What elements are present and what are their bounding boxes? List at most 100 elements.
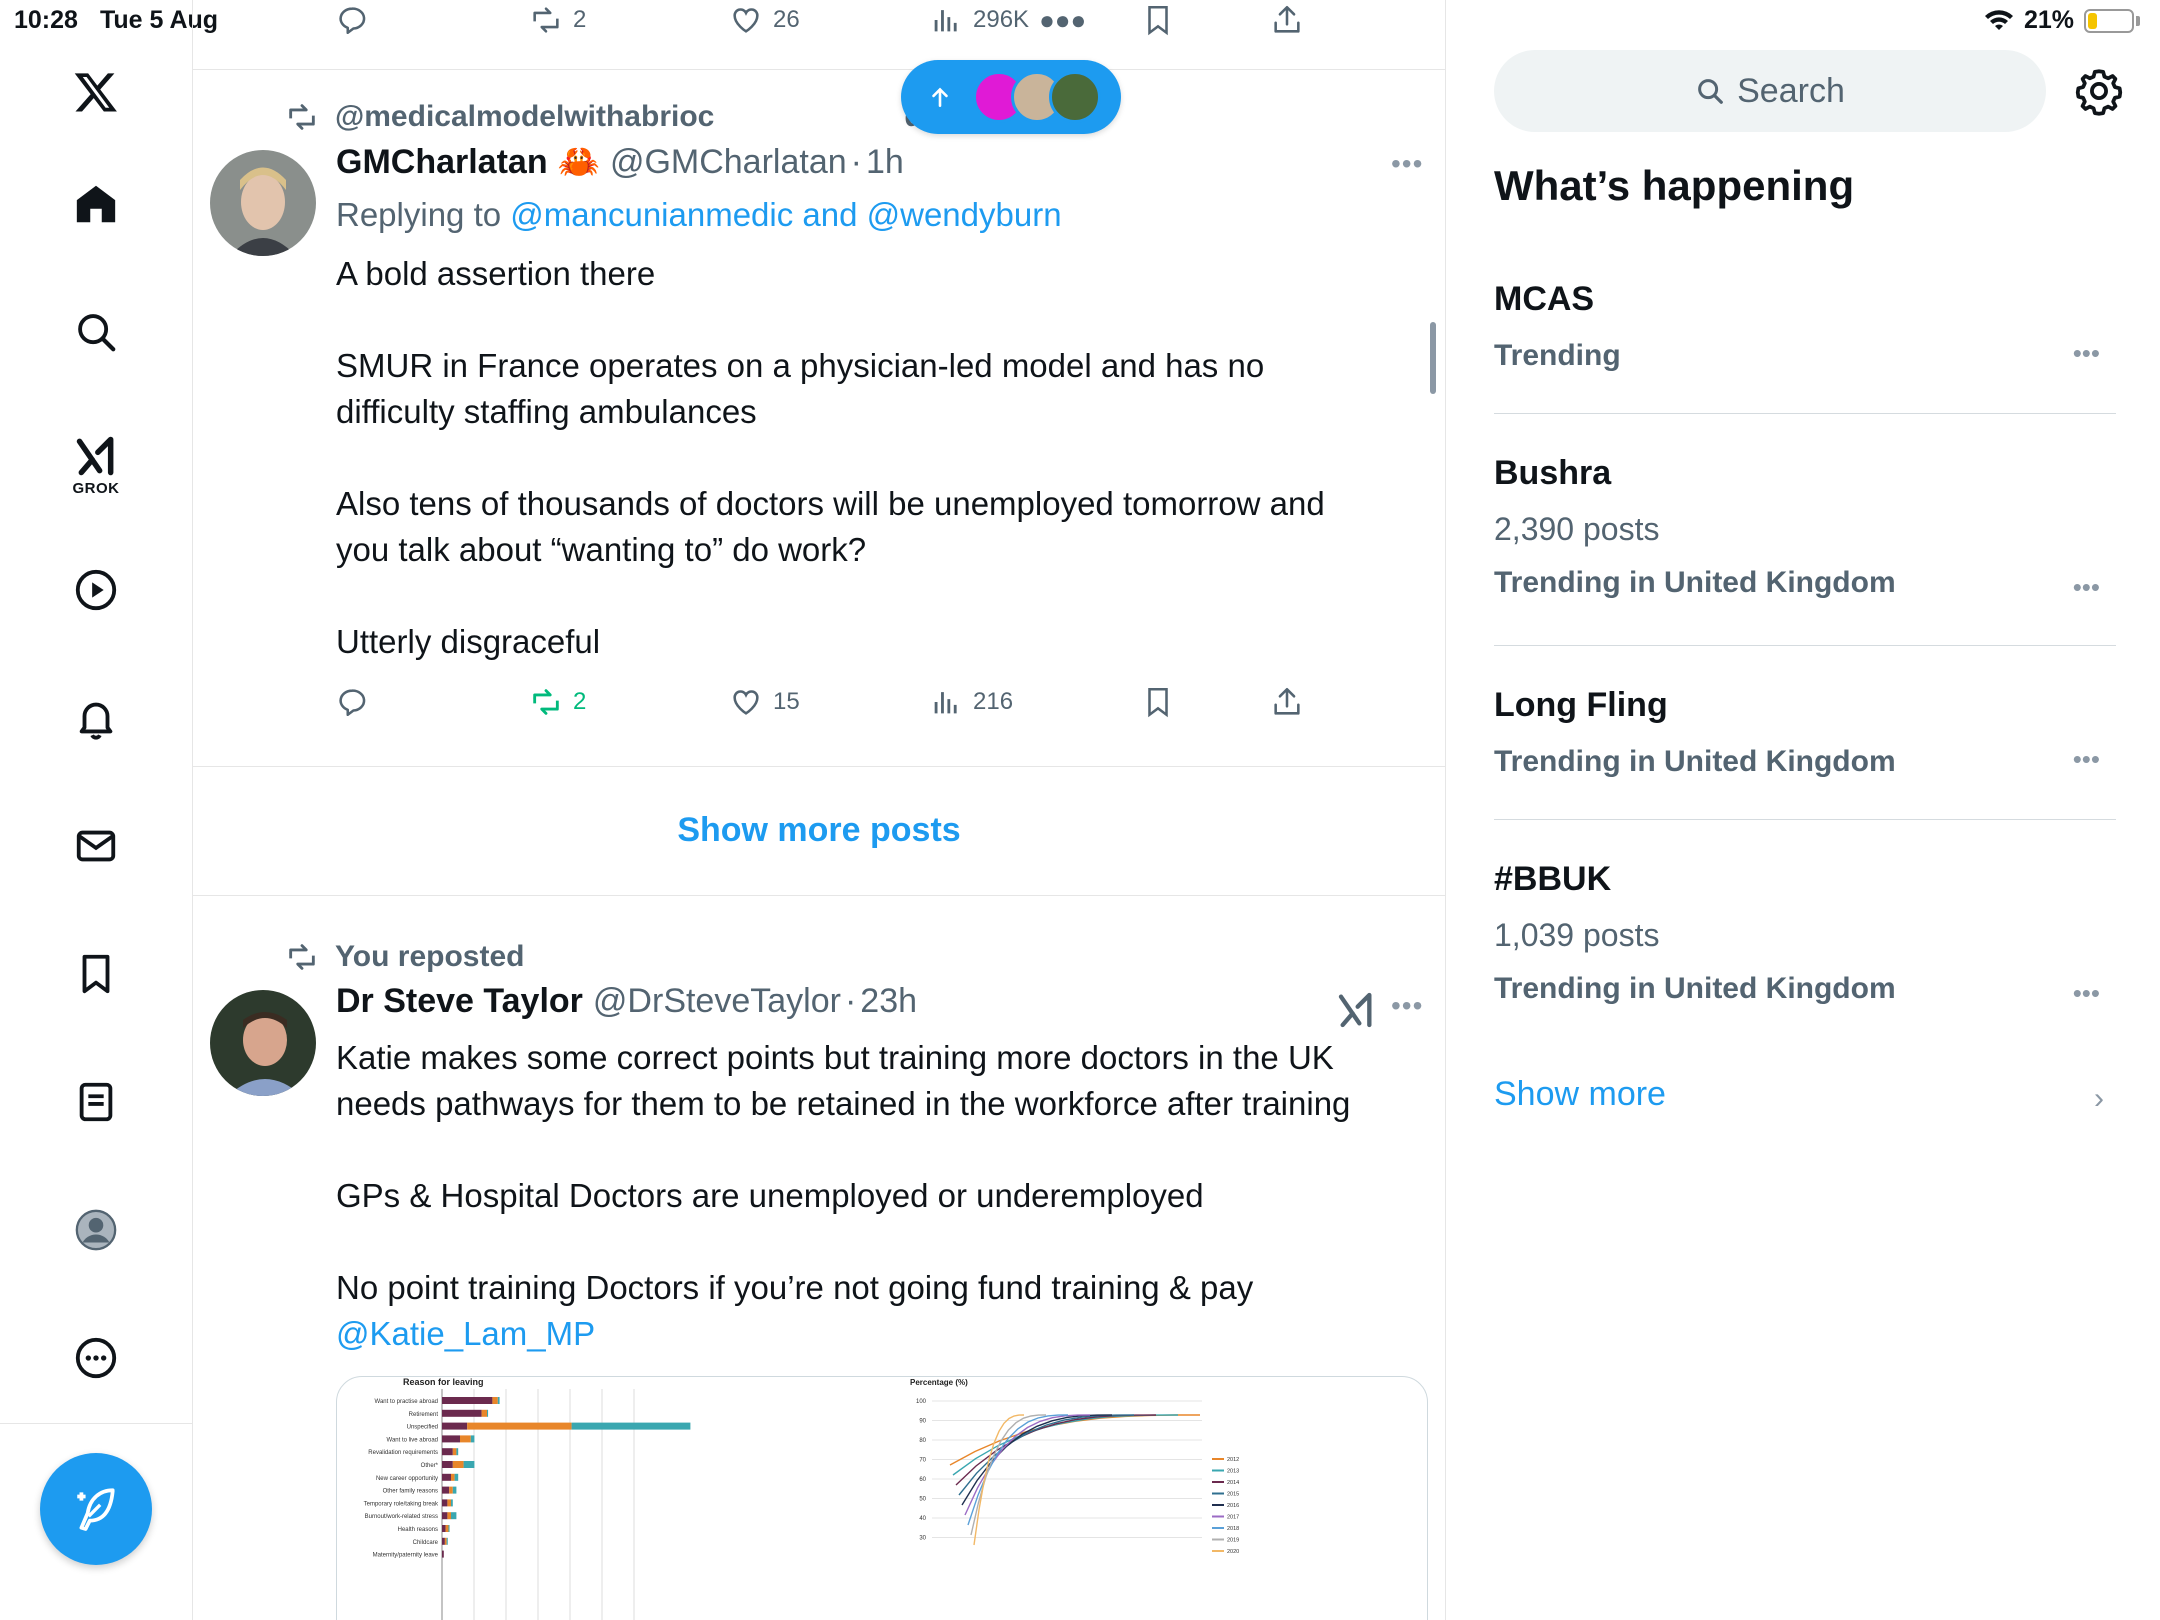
series-line <box>952 1414 1179 1476</box>
timeline: 2 26 296K ●●● @medicalmodelwithabrioc d <box>193 0 1446 1620</box>
right-chart-ylabel: Percentage (%) <box>910 1378 968 1387</box>
show-more-posts-button[interactable]: Show more posts <box>193 770 1445 890</box>
y-tick-label: 30 <box>919 1536 926 1542</box>
mention-link[interactable]: @Katie_Lam_MP <box>336 1315 595 1352</box>
search-icon[interactable] <box>62 298 130 366</box>
home-icon[interactable] <box>62 170 130 238</box>
category-label: Revalidation requirements <box>368 1450 438 1456</box>
bar-segment <box>447 1499 451 1507</box>
avatar[interactable] <box>210 150 316 256</box>
like-button[interactable]: 26 <box>729 0 800 40</box>
mail-icon[interactable] <box>62 812 130 880</box>
series-line <box>967 1414 1069 1526</box>
trend-more-icon[interactable]: ••• <box>2073 572 2100 603</box>
scrollbar-thumb[interactable] <box>1430 322 1436 394</box>
tweet2-context[interactable]: You reposted <box>285 940 524 974</box>
bookmark-button[interactable] <box>1141 0 1175 40</box>
compose-post-button[interactable] <box>40 1453 152 1565</box>
bar-segment <box>448 1525 450 1532</box>
grok-explain-icon[interactable] <box>1336 990 1376 1030</box>
share-button[interactable] <box>1270 682 1304 722</box>
video-icon[interactable] <box>62 556 130 624</box>
y-tick-label: 60 <box>919 1477 926 1483</box>
bookmark-outline-icon <box>1148 687 1168 718</box>
avatar[interactable] <box>210 990 316 1096</box>
y-tick-label: 90 <box>919 1419 926 1425</box>
bookmark-button[interactable] <box>1141 682 1175 722</box>
repost-icon <box>533 689 559 715</box>
tweet2-media[interactable]: Reason for leaving Want to practise abro… <box>336 1376 1428 1620</box>
bar-segment <box>442 1499 448 1507</box>
replying-to: Replying to @mancunianmedic and @wendybu… <box>336 196 1062 234</box>
chevron-right-icon[interactable]: › <box>2094 1082 2104 1116</box>
replying-prefix: Replying to <box>336 196 511 233</box>
tweet-paragraph: Katie makes some correct points but trai… <box>336 1039 1351 1122</box>
bar-segment <box>470 1435 475 1443</box>
like-count: 26 <box>773 6 800 33</box>
handle[interactable]: @GMCharlatan <box>610 143 847 182</box>
tweet1-header: GMCharlatan 🦀 @GMCharlatan · 1h <box>336 142 904 182</box>
trend-item[interactable]: Long Fling Trending in United Kingdom ••… <box>1494 686 2116 779</box>
tweet1-actions: 2 15 216 <box>335 682 1335 722</box>
more-icon[interactable] <box>62 1324 130 1392</box>
profile-icon[interactable] <box>62 1196 130 1264</box>
share-icon <box>1274 687 1300 715</box>
tweet1-more-icon[interactable]: ••• <box>1391 148 1423 180</box>
repost-count: 2 <box>573 688 587 715</box>
tweet1-context[interactable]: @medicalmodelwithabrioc d <box>285 100 923 134</box>
bar-segment <box>467 1422 572 1430</box>
bell-icon[interactable] <box>62 684 130 752</box>
tweet1-context-label: @medicalmodelwithabrioc <box>335 100 715 133</box>
replying-to-link[interactable]: @mancunianmedic and @wendyburn <box>510 196 1061 233</box>
divider <box>193 766 1445 767</box>
legend-label: 2018 <box>1227 1526 1239 1532</box>
bar-segment <box>481 1409 487 1417</box>
trend-item[interactable]: MCAS Trending ••• <box>1494 280 2116 373</box>
like-count: 15 <box>773 688 800 715</box>
share-icon <box>1274 5 1300 33</box>
share-button[interactable] <box>1270 0 1304 40</box>
new-posts-pill[interactable] <box>901 60 1121 134</box>
handle[interactable]: @DrSteveTaylor <box>593 982 841 1021</box>
views-button[interactable]: 216 <box>929 682 1013 722</box>
display-name[interactable]: Dr Steve Taylor <box>336 982 583 1021</box>
divider <box>193 69 1445 70</box>
bar-segment <box>492 1397 498 1404</box>
pill-avatar <box>1049 71 1101 123</box>
trend-more-icon[interactable]: ••• <box>2073 744 2100 775</box>
trend-post-count: 1,039 posts <box>1494 917 1660 953</box>
lists-icon[interactable] <box>62 1068 130 1136</box>
timestamp[interactable]: 1h <box>866 143 904 182</box>
y-tick-label: 80 <box>919 1438 926 1444</box>
grok-icon[interactable]: GROK <box>62 420 130 510</box>
views-icon <box>934 692 957 714</box>
reply-button[interactable] <box>335 0 369 40</box>
repost-count: 2 <box>573 6 587 33</box>
media-image-left-chart: Reason for leaving Want to practise abro… <box>364 1377 691 1620</box>
reply-button[interactable] <box>335 682 369 722</box>
trend-more-icon[interactable]: ••• <box>2073 338 2100 369</box>
bar-segment <box>456 1448 459 1456</box>
trend-item[interactable]: #BBUK 1,039 posts Trending in United Kin… <box>1494 860 2116 1009</box>
timestamp[interactable]: 23h <box>860 982 917 1021</box>
legend-label: 2012 <box>1227 1457 1239 1463</box>
show-more-link[interactable]: Show more <box>1494 1075 1666 1114</box>
repost-button[interactable]: 2 <box>529 0 586 40</box>
bar-segment <box>442 1550 444 1558</box>
search-input[interactable]: Search <box>1494 50 2046 132</box>
gear-icon[interactable] <box>2074 66 2124 116</box>
x-logo-icon[interactable] <box>62 58 130 126</box>
sidebar-divider <box>0 1423 192 1424</box>
repost-context-icon <box>289 944 315 970</box>
tweet-paragraph: Utterly disgraceful <box>336 623 601 660</box>
trend-meta: Trending in United Kingdom <box>1494 972 1896 1005</box>
bar-segment <box>452 1448 457 1456</box>
display-name[interactable]: GMCharlatan <box>336 143 548 182</box>
like-button[interactable]: 15 <box>729 682 800 722</box>
trend-item[interactable]: Bushra 2,390 posts Trending in United Ki… <box>1494 454 2116 603</box>
trend-more-icon[interactable]: ••• <box>2073 978 2100 1009</box>
repost-button[interactable]: 2 <box>529 682 586 722</box>
views-button[interactable]: 296K ●●● <box>929 0 1086 40</box>
tweet2-more-icon[interactable]: ••• <box>1391 990 1423 1022</box>
bookmark-icon[interactable] <box>62 940 130 1008</box>
